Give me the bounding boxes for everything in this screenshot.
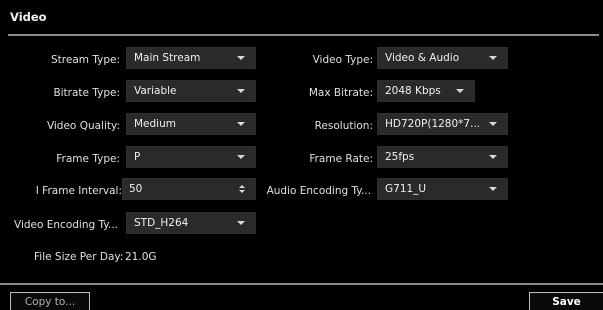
bitrate-type-dropdown[interactable]: Variable — [126, 80, 256, 102]
arrow-down-icon[interactable] — [239, 190, 245, 193]
video-encoding-dropdown[interactable]: STD_H264 — [126, 212, 256, 234]
save-button[interactable]: Save — [529, 292, 603, 310]
chevron-down-icon — [237, 155, 245, 159]
frame-rate-label: Frame Rate: — [309, 153, 373, 165]
frame-rate-value: 25fps — [385, 151, 415, 163]
i-frame-interval-stepper[interactable]: 50 — [122, 178, 256, 200]
chevron-down-icon — [237, 89, 245, 93]
video-type-value: Video & Audio — [385, 52, 460, 64]
video-type-dropdown[interactable]: Video & Audio — [377, 47, 508, 69]
audio-encoding-value: G711_U — [385, 183, 427, 195]
chevron-down-icon — [489, 56, 497, 60]
i-frame-interval-value: 50 — [129, 183, 143, 195]
title-divider — [8, 34, 599, 36]
video-encoding-label: Video Encoding Ty... — [14, 219, 118, 231]
footer-divider — [0, 283, 603, 285]
chevron-down-icon — [237, 122, 245, 126]
stream-type-dropdown[interactable]: Main Stream — [126, 47, 256, 69]
resolution-dropdown[interactable]: HD720P(1280*7... — [377, 113, 508, 135]
spinner-icon[interactable] — [239, 185, 245, 193]
video-type-label: Video Type: — [312, 54, 373, 66]
arrow-up-icon[interactable] — [239, 185, 245, 188]
video-quality-value: Medium — [134, 118, 176, 130]
audio-encoding-label: Audio Encoding Ty... — [266, 185, 371, 197]
max-bitrate-label: Max Bitrate: — [308, 87, 373, 99]
frame-type-dropdown[interactable]: P — [126, 146, 256, 168]
video-quality-label: Video Quality: — [46, 120, 120, 132]
chevron-down-icon — [456, 89, 464, 93]
stream-type-value: Main Stream — [134, 52, 201, 64]
bitrate-type-label: Bitrate Type: — [53, 87, 120, 99]
chevron-down-icon — [237, 221, 245, 225]
stream-type-label: Stream Type: — [51, 54, 120, 66]
audio-encoding-dropdown[interactable]: G711_U — [377, 178, 508, 200]
resolution-label: Resolution: — [314, 120, 373, 132]
chevron-down-icon — [489, 187, 497, 191]
video-settings-panel: Video Stream Type: Main Stream Bitrate T… — [0, 0, 603, 310]
frame-type-label: Frame Type: — [56, 153, 120, 165]
file-size-label: File Size Per Day: — [34, 251, 124, 263]
frame-type-value: P — [134, 151, 141, 163]
frame-rate-dropdown[interactable]: 25fps — [377, 146, 508, 168]
video-quality-dropdown[interactable]: Medium — [126, 113, 256, 135]
video-encoding-value: STD_H264 — [134, 217, 189, 229]
bitrate-type-value: Variable — [134, 85, 177, 97]
chevron-down-icon — [489, 122, 497, 126]
i-frame-interval-label: I Frame Interval: — [35, 185, 122, 197]
resolution-value: HD720P(1280*7... — [385, 118, 481, 130]
file-size-value: 21.0G — [125, 251, 157, 263]
max-bitrate-value: 2048 Kbps — [385, 85, 441, 97]
copy-to-button[interactable]: Copy to... — [10, 292, 90, 310]
chevron-down-icon — [237, 56, 245, 60]
max-bitrate-dropdown[interactable]: 2048 Kbps — [377, 80, 475, 102]
panel-title: Video — [10, 10, 47, 24]
chevron-down-icon — [489, 155, 497, 159]
